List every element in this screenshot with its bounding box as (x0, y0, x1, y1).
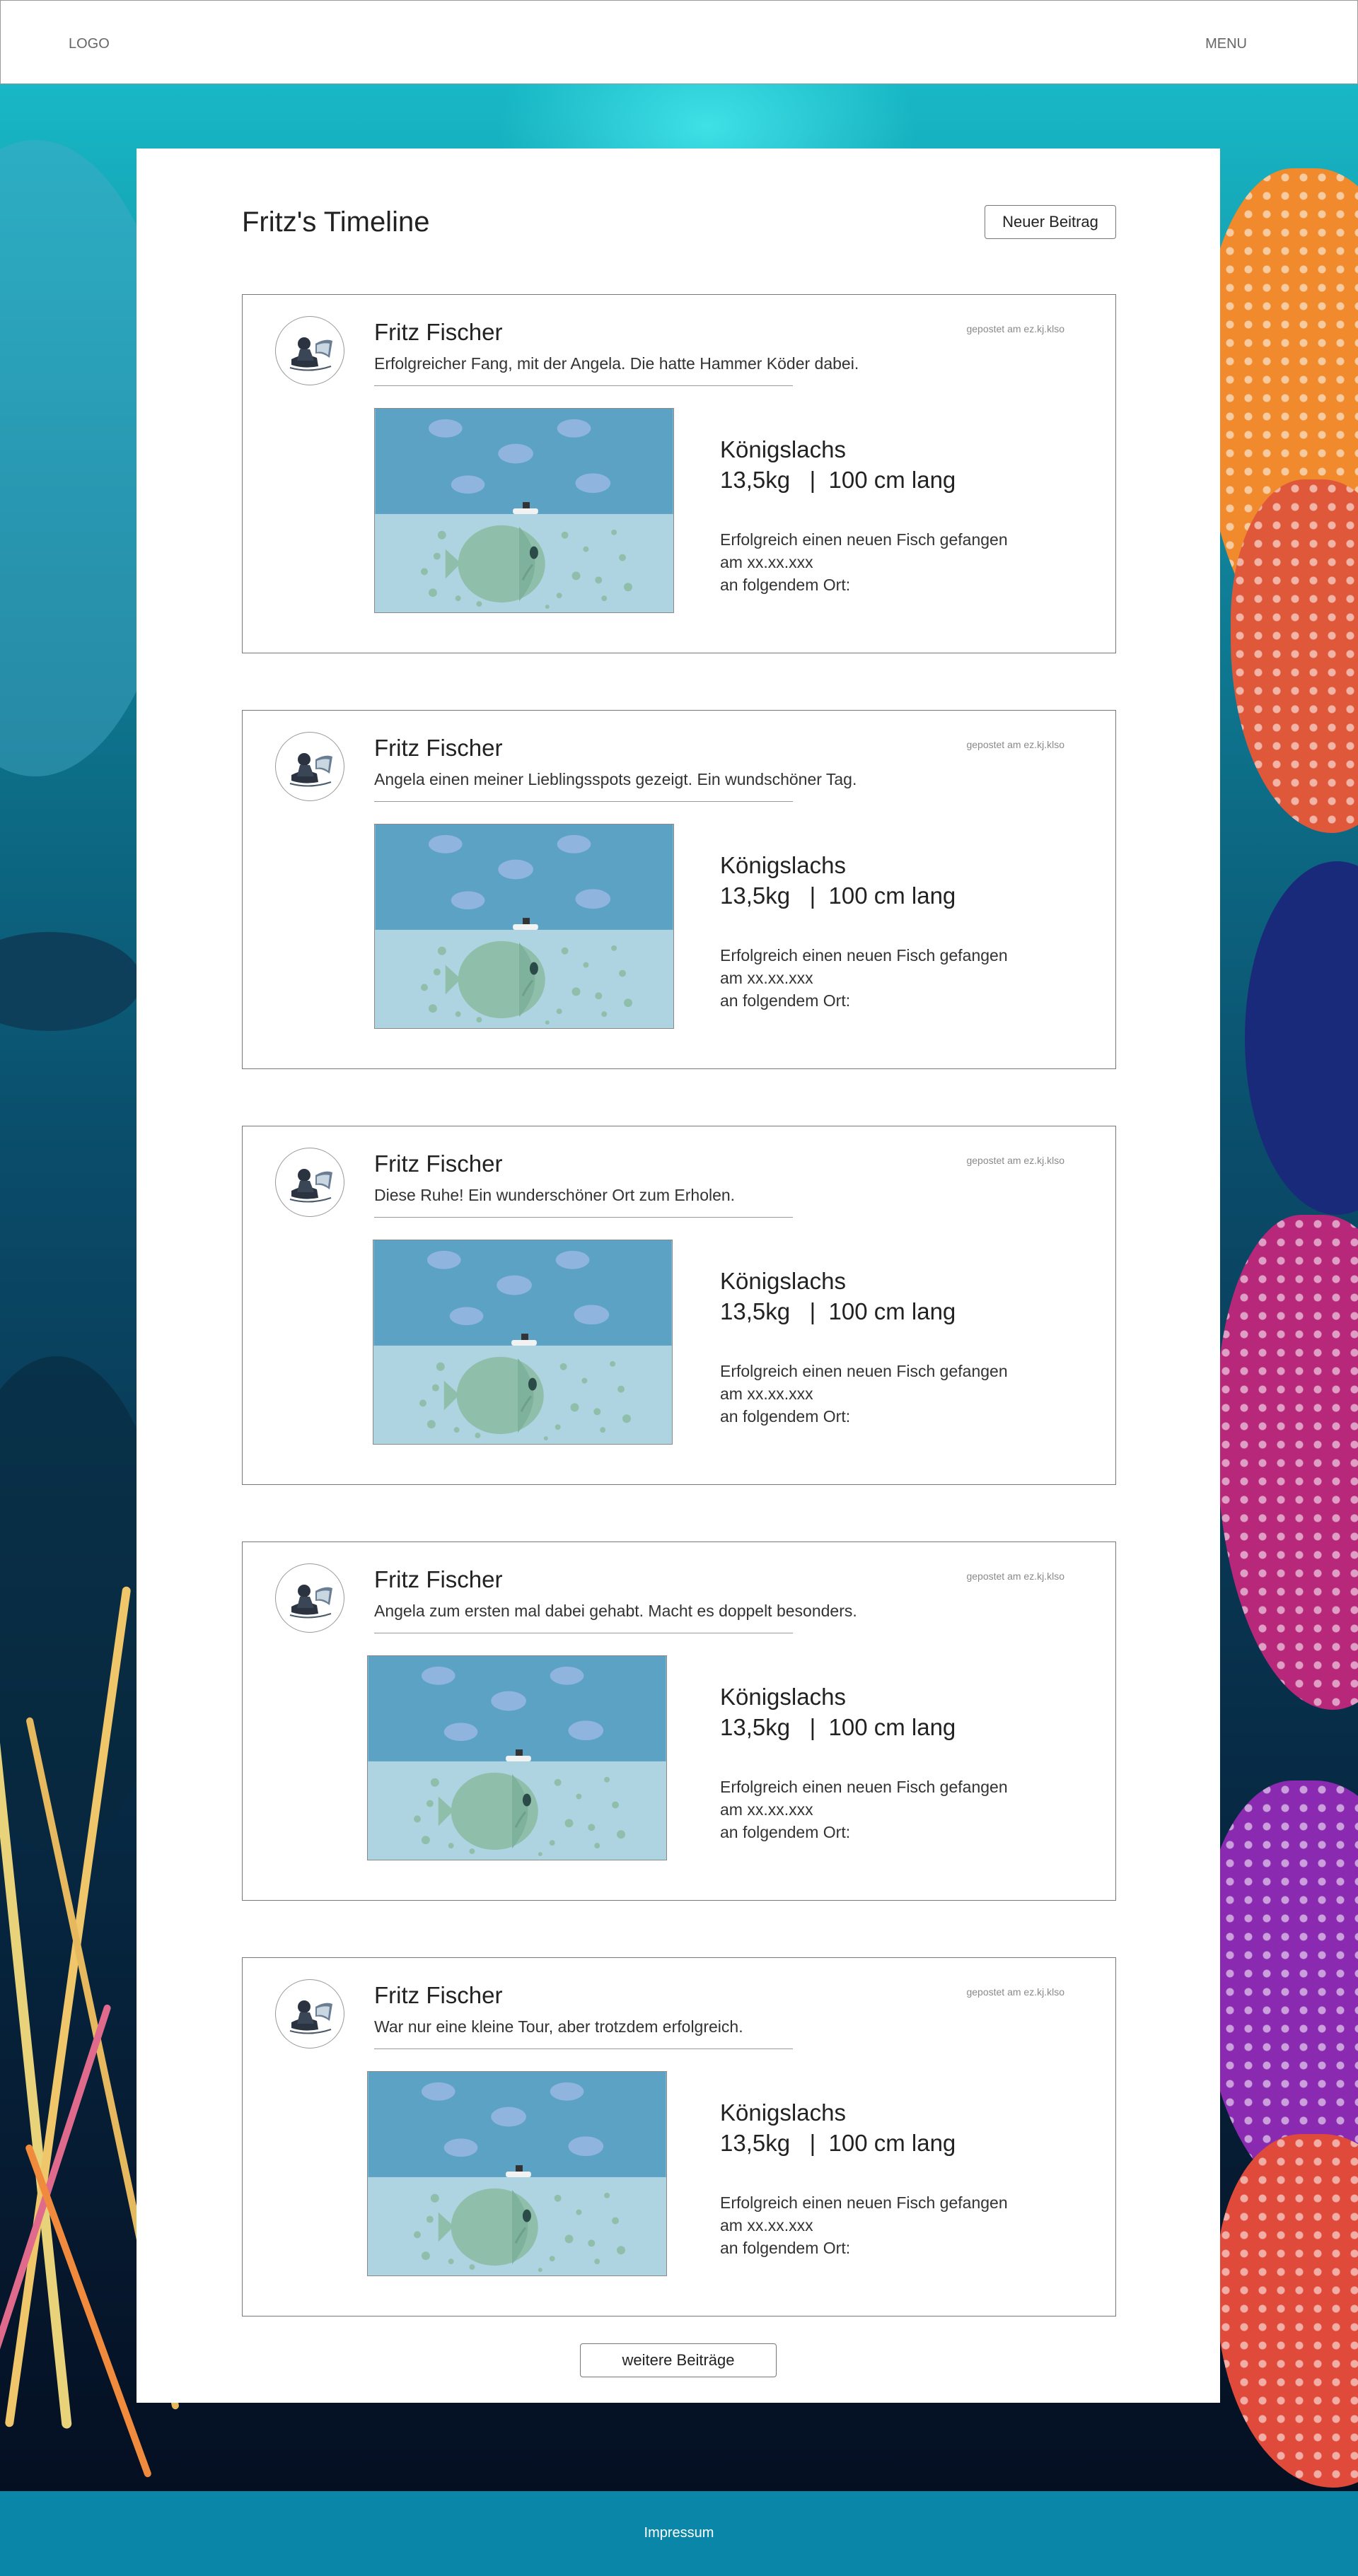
post-text: War nur eine kleine Tour, aber trotzdem … (374, 2017, 743, 2036)
post-divider (374, 801, 793, 802)
post-divider (374, 2048, 793, 2049)
angler-avatar-icon[interactable] (275, 732, 344, 801)
catch-date-line: am xx.xx.xxx (720, 2216, 813, 2234)
catch-location-line: an folgendem Ort: (720, 576, 851, 594)
post-date: gepostet am ez.kj.klso (966, 1155, 1064, 1166)
catch-location-line: an folgendem Ort: (720, 2239, 851, 2257)
catch-stats: 13,5kg | 100 cm lang (720, 2130, 956, 2156)
catch-description-line: Erfolgreich einen neuen Fisch gefangen (720, 2193, 1008, 2212)
post-author[interactable]: Fritz Fischer (374, 735, 503, 762)
post-author[interactable]: Fritz Fischer (374, 1150, 503, 1177)
catch-date-line: am xx.xx.xxx (720, 553, 813, 571)
angler-avatar-icon[interactable] (275, 1563, 344, 1633)
catch-description: Erfolgreich einen neuen Fisch gefangen a… (720, 1776, 1008, 1843)
catch-description: Erfolgreich einen neuen Fisch gefangen a… (720, 2191, 1008, 2259)
post-text: Diese Ruhe! Ein wunderschöner Ort zum Er… (374, 1186, 736, 1204)
post-text: Angela einen meiner Lieblingsspots gezei… (374, 770, 857, 788)
catch-date-line: am xx.xx.xxx (720, 969, 813, 987)
post-author[interactable]: Fritz Fischer (374, 1982, 503, 2009)
catch-fish-name: Königslachs (720, 1268, 846, 1294)
catch-description-line: Erfolgreich einen neuen Fisch gefangen (720, 946, 1008, 964)
catch-location-line: an folgendem Ort: (720, 991, 851, 1010)
post-card: Fritz Fischer gepostet am ez.kj.klso Ang… (242, 1541, 1116, 1901)
post-card: Fritz Fischer gepostet am ez.kj.klso War… (242, 1957, 1116, 2316)
post-card: Fritz Fischer gepostet am ez.kj.klso Ang… (242, 710, 1116, 1069)
menu-button[interactable]: MENU (1205, 36, 1247, 52)
catch-fish-name: Königslachs (720, 852, 846, 878)
post-divider (374, 1217, 793, 1218)
catch-description-line: Erfolgreich einen neuen Fisch gefangen (720, 530, 1008, 549)
post-text: Erfolgreicher Fang, mit der Angela. Die … (374, 354, 859, 373)
catch-fish-name: Königslachs (720, 1684, 846, 1710)
post-card: Fritz Fischer gepostet am ez.kj.klso Die… (242, 1126, 1116, 1485)
more-posts-button[interactable]: weitere Beiträge (580, 2343, 777, 2377)
post-date: gepostet am ez.kj.klso (966, 739, 1064, 750)
impressum-link[interactable]: Impressum (0, 2525, 1358, 2541)
timeline-container: Fritz's Timeline Neuer Beitrag Fritz Fis… (137, 148, 1220, 2403)
fish-catch-image[interactable] (373, 1240, 673, 1445)
page-title: Fritz's Timeline (242, 206, 430, 238)
angler-avatar-icon[interactable] (275, 1148, 344, 1217)
angler-avatar-icon[interactable] (275, 1979, 344, 2048)
catch-stats: 13,5kg | 100 cm lang (720, 467, 956, 493)
catch-description-line: Erfolgreich einen neuen Fisch gefangen (720, 1362, 1008, 1380)
fish-catch-image[interactable] (374, 408, 674, 613)
angler-avatar-icon[interactable] (275, 316, 344, 385)
catch-description: Erfolgreich einen neuen Fisch gefangen a… (720, 1360, 1008, 1428)
top-navbar: LOGO MENU (0, 0, 1358, 84)
catch-date-line: am xx.xx.xxx (720, 1800, 813, 1819)
catch-location-line: an folgendem Ort: (720, 1823, 851, 1841)
catch-stats: 13,5kg | 100 cm lang (720, 1714, 956, 1740)
pink-coral (1217, 1215, 1358, 1710)
post-divider (374, 385, 793, 386)
blue-coral (1245, 861, 1358, 1215)
catch-description-line: Erfolgreich einen neuen Fisch gefangen (720, 1778, 1008, 1796)
catch-stats: 13,5kg | 100 cm lang (720, 1298, 956, 1324)
catch-stats: 13,5kg | 100 cm lang (720, 882, 956, 909)
fish-silhouette (0, 932, 141, 1031)
catch-date-line: am xx.xx.xxx (720, 1385, 813, 1403)
catch-location-line: an folgendem Ort: (720, 1407, 851, 1426)
catch-fish-name: Königslachs (720, 2099, 846, 2126)
footer: Impressum (0, 2491, 1358, 2576)
new-post-button[interactable]: Neuer Beitrag (985, 205, 1116, 239)
post-author[interactable]: Fritz Fischer (374, 1566, 503, 1593)
fish-catch-image[interactable] (367, 1655, 667, 1860)
catch-fish-name: Königslachs (720, 436, 846, 462)
fish-catch-image[interactable] (374, 824, 674, 1029)
post-text: Angela zum ersten mal dabei gehabt. Mach… (374, 1602, 857, 1620)
post-author[interactable]: Fritz Fischer (374, 319, 503, 346)
catch-description: Erfolgreich einen neuen Fisch gefangen a… (720, 944, 1008, 1012)
logo[interactable]: LOGO (69, 36, 110, 52)
red-coral (1231, 479, 1358, 833)
post-date: gepostet am ez.kj.klso (966, 1570, 1064, 1582)
post-card: Fritz Fischer gepostet am ez.kj.klso Erf… (242, 294, 1116, 653)
catch-description: Erfolgreich einen neuen Fisch gefangen a… (720, 528, 1008, 596)
red-coral-bottom (1217, 2134, 1358, 2488)
post-date: gepostet am ez.kj.klso (966, 323, 1064, 334)
post-date: gepostet am ez.kj.klso (966, 1986, 1064, 1998)
fish-catch-image[interactable] (367, 2071, 667, 2276)
